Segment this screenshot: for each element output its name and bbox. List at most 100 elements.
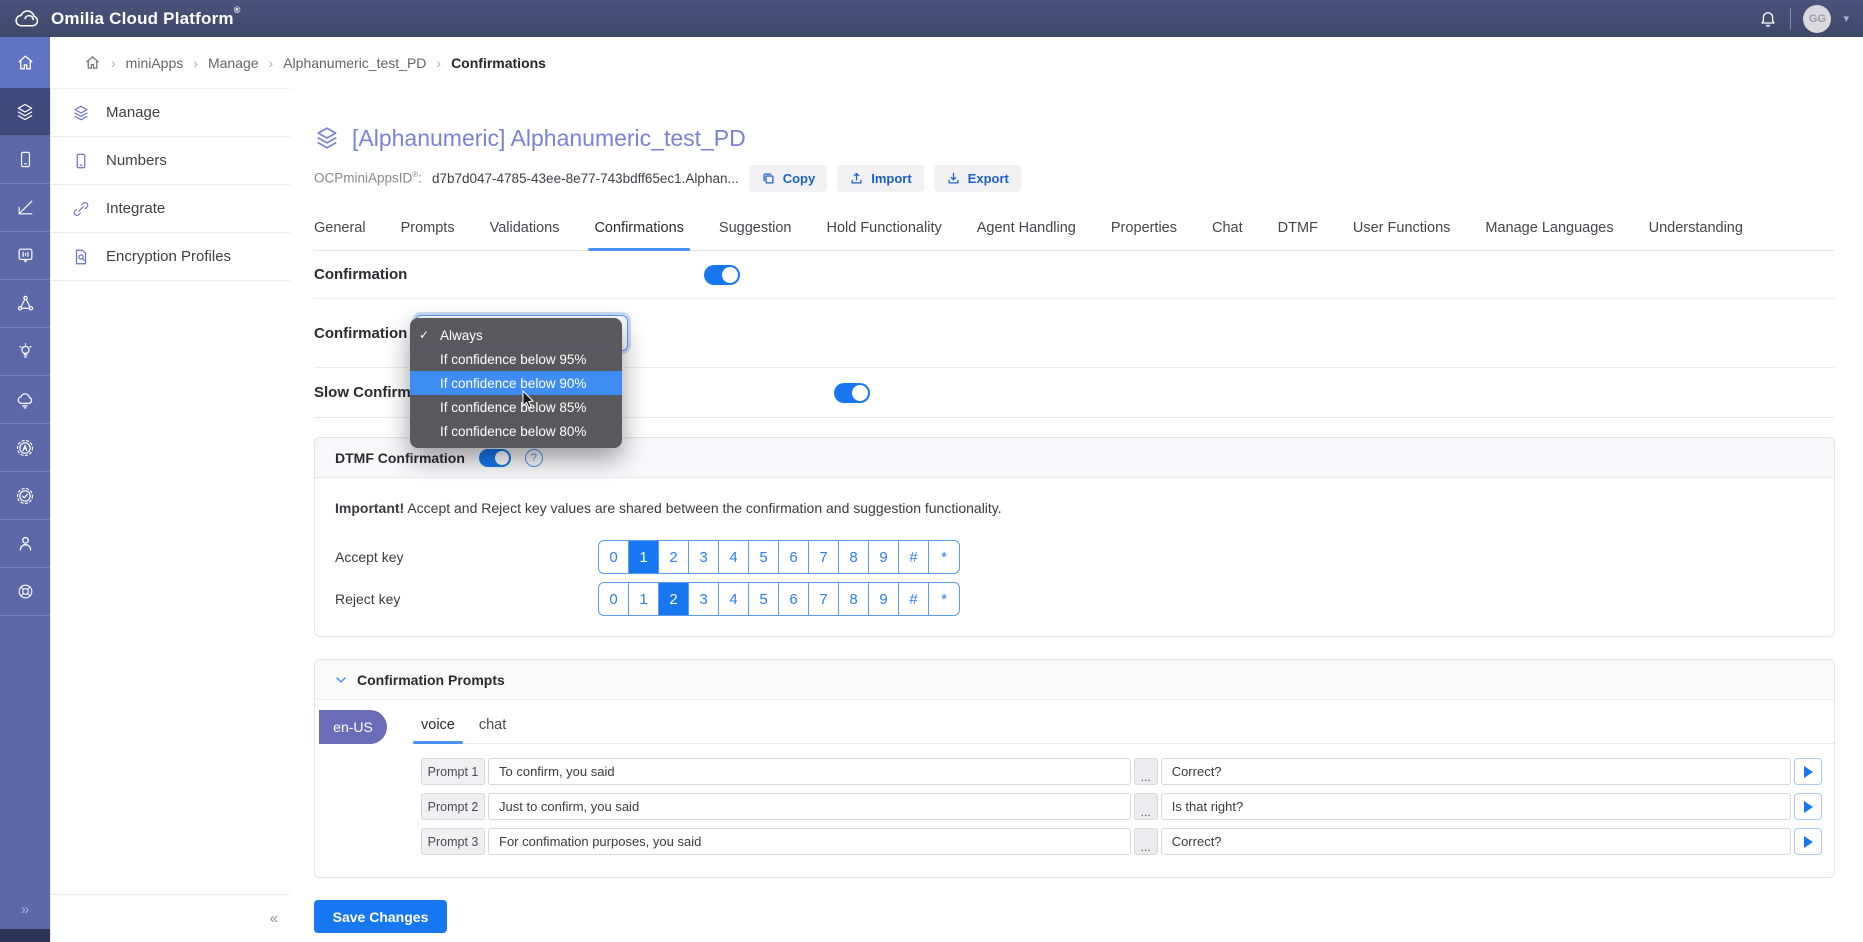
tab-voice[interactable]: voice: [413, 717, 463, 743]
accept-key-7[interactable]: 7: [809, 541, 839, 573]
breadcrumb-manage[interactable]: Manage: [208, 55, 259, 71]
tab-validations[interactable]: Validations: [490, 220, 560, 250]
tab-agent-handling[interactable]: Agent Handling: [977, 220, 1076, 250]
dropdown-option-always[interactable]: ✓ Always: [410, 323, 622, 347]
sidebar-item-integrate[interactable]: Integrate: [50, 185, 290, 233]
reject-key-2[interactable]: 2: [659, 583, 689, 615]
accept-key-8[interactable]: 8: [839, 541, 869, 573]
reject-key-7[interactable]: 7: [809, 583, 839, 615]
breadcrumb-app[interactable]: Alphanumeric_test_PD: [283, 55, 426, 71]
bell-icon[interactable]: [1758, 9, 1778, 29]
layers-icon: [15, 102, 35, 122]
accept-key-9[interactable]: 9: [869, 541, 899, 573]
play-button[interactable]: [1794, 828, 1822, 855]
dropdown-option-below-90[interactable]: If confidence below 90%: [410, 371, 622, 395]
accept-key-2[interactable]: 2: [659, 541, 689, 573]
dropdown-option-below-95[interactable]: If confidence below 95%: [410, 347, 622, 371]
tab-suggestion[interactable]: Suggestion: [719, 220, 792, 250]
breadcrumb-miniapps[interactable]: miniApps: [126, 55, 184, 71]
tab-hold-functionality[interactable]: Hold Functionality: [826, 220, 941, 250]
dropdown-option-below-85[interactable]: If confidence below 85%: [410, 395, 622, 419]
rail-item-manage[interactable]: [0, 88, 50, 136]
tab-properties[interactable]: Properties: [1111, 220, 1177, 250]
rail-item-feedback[interactable]: [0, 232, 50, 280]
accept-key-4[interactable]: 4: [719, 541, 749, 573]
play-button[interactable]: [1794, 793, 1822, 820]
sidebar-item-numbers[interactable]: Numbers: [50, 137, 290, 185]
reject-key-8[interactable]: 8: [839, 583, 869, 615]
prompts-card-header[interactable]: Confirmation Prompts: [315, 660, 1834, 700]
layers-icon: [72, 104, 90, 122]
document-search-icon: [72, 248, 90, 266]
tab-user-functions[interactable]: User Functions: [1353, 220, 1451, 250]
prompt-suffix-input[interactable]: Correct?: [1161, 828, 1791, 855]
save-changes-button[interactable]: Save Changes: [314, 900, 447, 933]
rail-item-cloud[interactable]: [0, 376, 50, 424]
chevrons-left-icon[interactable]: «: [270, 910, 278, 927]
reject-key-1[interactable]: 1: [629, 583, 659, 615]
reject-key-star[interactable]: *: [929, 583, 959, 615]
accept-key-5[interactable]: 5: [749, 541, 779, 573]
rail-item-orchestrator[interactable]: [0, 280, 50, 328]
more-options-button[interactable]: ...: [1134, 793, 1158, 820]
play-button[interactable]: [1794, 758, 1822, 785]
copy-button[interactable]: Copy: [749, 165, 828, 192]
avatar[interactable]: GG: [1803, 5, 1831, 33]
cloud-logo-icon: [14, 9, 41, 29]
tab-dtmf[interactable]: DTMF: [1278, 220, 1318, 250]
tab-prompts[interactable]: Prompts: [401, 220, 455, 250]
reject-key-hash[interactable]: #: [899, 583, 929, 615]
more-options-button[interactable]: ...: [1134, 828, 1158, 855]
reject-key-5[interactable]: 5: [749, 583, 779, 615]
slow-confirmation-toggle[interactable]: [834, 383, 870, 403]
tab-understanding[interactable]: Understanding: [1649, 220, 1743, 250]
dropdown-option-below-80[interactable]: If confidence below 80%: [410, 419, 622, 443]
rail-item-integrate[interactable]: [0, 184, 50, 232]
prompt-text-input[interactable]: For confimation purposes, you said: [488, 828, 1131, 855]
rail-item-numbers[interactable]: [0, 136, 50, 184]
reject-key-0[interactable]: 0: [599, 583, 629, 615]
tab-manage-languages[interactable]: Manage Languages: [1485, 220, 1613, 250]
tab-chat[interactable]: chat: [471, 717, 514, 743]
rail-item-admin[interactable]: [0, 424, 50, 472]
language-pill[interactable]: en-US: [319, 710, 387, 744]
prompt-text-input[interactable]: Just to confirm, you said: [488, 793, 1131, 820]
tab-confirmations[interactable]: Confirmations: [594, 220, 683, 250]
reject-key-6[interactable]: 6: [779, 583, 809, 615]
import-button[interactable]: Import: [837, 165, 923, 192]
sidebar-item-manage[interactable]: Manage: [50, 89, 290, 137]
cloud-icon: [15, 390, 35, 410]
accept-key-star[interactable]: *: [929, 541, 959, 573]
rail-item-insights[interactable]: [0, 328, 50, 376]
sidebar-item-encryption-profiles[interactable]: Encryption Profiles: [50, 233, 290, 281]
tab-general[interactable]: General: [314, 220, 366, 250]
accept-key-0[interactable]: 0: [599, 541, 629, 573]
chevron-down-icon[interactable]: ▾: [1843, 12, 1849, 25]
reject-key-4[interactable]: 4: [719, 583, 749, 615]
tab-chat[interactable]: Chat: [1212, 220, 1243, 250]
confirmation-toggle[interactable]: [704, 265, 740, 285]
prompt-text-input[interactable]: To confirm, you said: [488, 758, 1131, 785]
home-icon[interactable]: [84, 54, 101, 71]
accept-key-hash[interactable]: #: [899, 541, 929, 573]
chevron-down-icon: [333, 672, 349, 688]
prompt-suffix-input[interactable]: Correct?: [1161, 758, 1791, 785]
accept-key-6[interactable]: 6: [779, 541, 809, 573]
play-icon: [1804, 836, 1813, 848]
rail-expand-button[interactable]: »: [0, 889, 50, 929]
accept-key-3[interactable]: 3: [689, 541, 719, 573]
rail-item-home[interactable]: [0, 37, 50, 88]
rail-item-support[interactable]: [0, 568, 50, 616]
dtmf-toggle[interactable]: [479, 449, 511, 467]
export-button[interactable]: Export: [934, 165, 1021, 192]
more-options-button[interactable]: ...: [1134, 758, 1158, 785]
reject-key-3[interactable]: 3: [689, 583, 719, 615]
help-icon[interactable]: ?: [525, 449, 543, 467]
rail-item-approvals[interactable]: [0, 472, 50, 520]
reject-key-9[interactable]: 9: [869, 583, 899, 615]
accept-key-row: Accept key 0 1 2 3 4 5 6 7 8: [315, 540, 1834, 574]
person-icon: [16, 534, 35, 553]
rail-item-profile[interactable]: [0, 520, 50, 568]
prompt-suffix-input[interactable]: Is that right?: [1161, 793, 1791, 820]
accept-key-1[interactable]: 1: [629, 541, 659, 573]
